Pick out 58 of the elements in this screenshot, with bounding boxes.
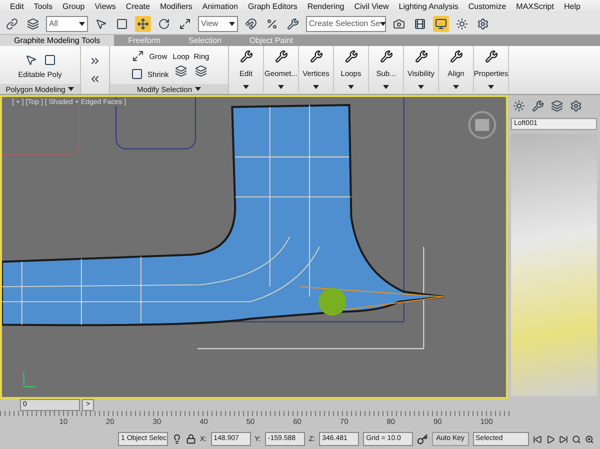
reference-coordinate-dropdown[interactable]: View	[198, 16, 238, 32]
menu-item[interactable]: Views	[94, 2, 116, 11]
wrench-icon[interactable]	[285, 16, 301, 32]
modify-icon[interactable]	[530, 98, 546, 114]
tool-icon	[310, 50, 322, 63]
menu-item[interactable]: Modifiers	[160, 2, 192, 11]
ribbon-tab[interactable]: Graphite Modeling Tools	[0, 35, 114, 46]
tool-icon	[414, 50, 428, 63]
caret-icon	[380, 22, 386, 26]
menu-item[interactable]: Edit	[10, 2, 24, 11]
sun-icon[interactable]	[454, 16, 470, 32]
menu-item[interactable]: Group	[62, 2, 85, 11]
caret-icon	[68, 87, 74, 92]
gizmo-icon[interactable]	[318, 288, 346, 316]
caret-icon	[79, 22, 85, 26]
selection-filter-dropdown[interactable]: All	[46, 16, 88, 32]
tool-icon	[344, 50, 358, 63]
menu-item[interactable]: Tools	[34, 2, 52, 11]
play-icon[interactable]	[546, 434, 555, 444]
tool-icon	[380, 50, 392, 63]
tool-icon	[450, 50, 462, 63]
menu-item[interactable]: Create	[126, 2, 150, 11]
caret-icon	[243, 85, 249, 90]
menu-item[interactable]: Graph Editors	[248, 2, 298, 11]
link-icon[interactable]	[4, 16, 20, 32]
layers-icon[interactable]	[25, 16, 41, 32]
menu-item[interactable]: Help	[564, 2, 580, 11]
lock-icon[interactable]	[186, 434, 196, 444]
zoom-icon[interactable]	[572, 434, 581, 444]
menu-item[interactable]: Animation	[202, 2, 238, 11]
go-to-end-icon[interactable]	[558, 434, 568, 444]
tool-icon	[274, 50, 288, 63]
settings-icon[interactable]	[475, 16, 491, 32]
axis-icon	[23, 372, 36, 388]
lightbulb-icon[interactable]	[172, 434, 182, 444]
menu-item[interactable]: Rendering	[307, 2, 344, 11]
zoom-in-icon[interactable]	[584, 434, 594, 444]
key-icon[interactable]	[417, 434, 428, 445]
tool-icon	[484, 50, 498, 63]
caret-icon	[348, 85, 354, 90]
magnet-icon[interactable]	[243, 16, 259, 32]
menu-item[interactable]: Civil View	[354, 2, 389, 11]
caret-icon	[229, 22, 235, 26]
go-to-start-icon[interactable]	[532, 434, 542, 444]
caret-icon	[278, 85, 284, 90]
caret-icon	[418, 85, 424, 90]
caret-icon	[195, 87, 202, 92]
menu-item[interactable]: Customize	[468, 2, 506, 11]
monitor-icon[interactable]	[433, 16, 449, 32]
caret-icon	[488, 85, 494, 90]
move-icon[interactable]	[135, 16, 151, 32]
caret-icon	[453, 85, 459, 90]
caret-icon	[383, 85, 389, 90]
caret-icon	[313, 85, 319, 90]
named-selection-dropdown[interactable]: Create Selection Se	[306, 16, 386, 32]
menu-item[interactable]: Lighting Analysis	[398, 2, 458, 11]
menu-item[interactable]: MAXScript	[516, 2, 554, 11]
tool-icon	[240, 50, 252, 63]
